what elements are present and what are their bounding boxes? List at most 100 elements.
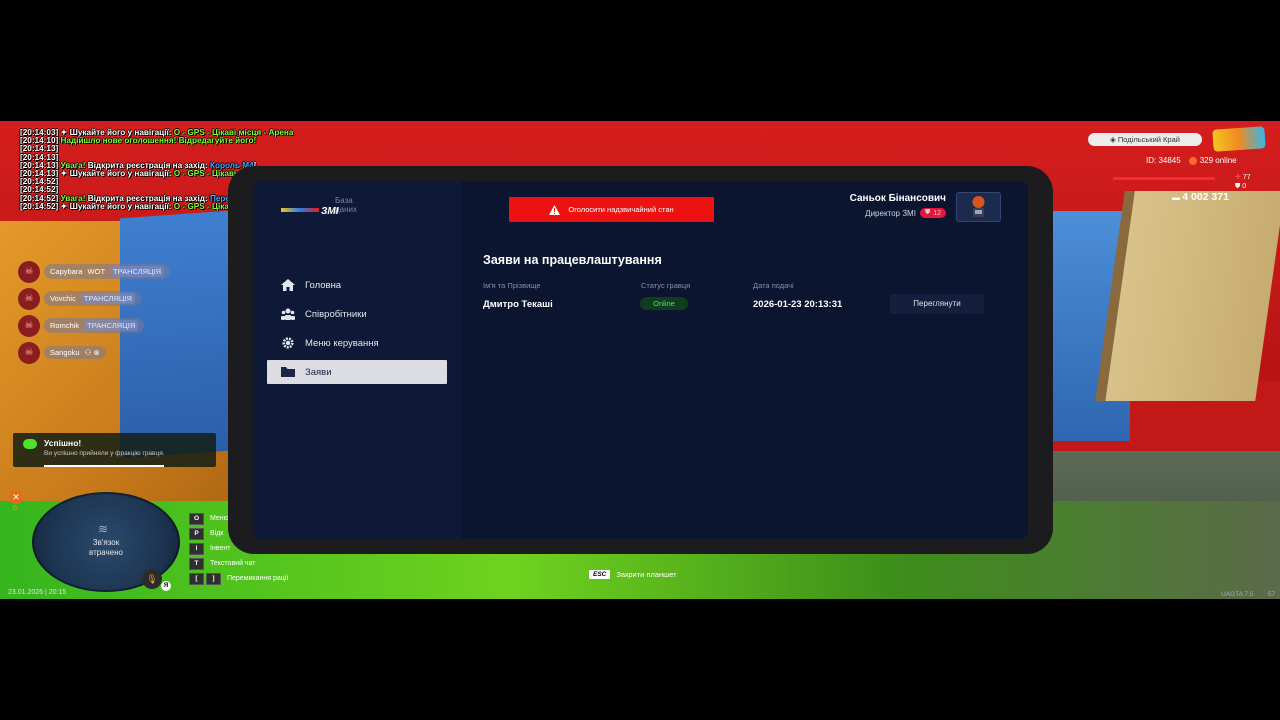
user-name: Саньок Бінансович (849, 193, 946, 204)
no-signal-icon: ≋ (98, 522, 109, 536)
key-cap: I (189, 542, 204, 555)
stream-tag: ТРАНСЛЯЦІЯ (80, 293, 135, 304)
game-logo (1212, 126, 1266, 152)
key-cap: [ (189, 572, 204, 585)
section-title: Заяви на працевлаштування (483, 253, 662, 267)
esc-key: ESC (589, 570, 611, 579)
money-value: ▬ 4 002 371 (1172, 191, 1229, 203)
key-cap: T (189, 557, 204, 570)
stream-item[interactable]: ☠ Romchik ТРАНСЛЯЦІЯ (18, 312, 170, 339)
tools-icon[interactable]: ✕ (9, 490, 23, 504)
brand-subtitle: База даних (335, 196, 358, 214)
col-status-header: Статус гравця (641, 281, 691, 290)
zmi-logo: База даних ЗМІ (273, 195, 373, 225)
tablet-content (461, 181, 1028, 539)
gear-icon (281, 337, 295, 349)
player-info: ID: 34845 329 online (1146, 156, 1237, 165)
tools-count: 0 (13, 505, 17, 512)
chat-line: [20:14:10] Надійшло нове оголошення! Від… (20, 136, 257, 146)
keybind-label: Інвент (210, 545, 231, 552)
key-cap: P (189, 527, 204, 540)
brand-name: ЗМІ (321, 206, 339, 217)
nav-item-1[interactable]: Головна (267, 273, 447, 297)
stream-icons-icon: ⚇ ⊛ (84, 348, 100, 357)
keybind-row: T Текстовий чат (189, 556, 288, 571)
application-date: 2026-01-23 20:13:31 (753, 299, 843, 310)
online-count: 329 online (1188, 156, 1237, 165)
applicant-name: Дмитро Текаші (483, 299, 553, 310)
streamer-name: Sangoku (50, 348, 80, 357)
status-badge: Online (640, 297, 688, 310)
key-cap: O (189, 512, 204, 525)
nav-label: Заяви (305, 366, 332, 378)
chat-line: [20:14:13] (20, 144, 59, 154)
player-id: ID: 34845 (1146, 156, 1181, 165)
tablet-screen: База даних ЗМІ Головна Співробітники Меню … (253, 181, 1028, 539)
folder-icon (281, 366, 295, 378)
microphone-icon[interactable]: 🎙 (142, 569, 162, 589)
nav-label: Головна (305, 279, 342, 291)
keybind-label: Перемикання рації (227, 575, 289, 582)
wooden-door (1095, 191, 1280, 401)
stream-pill: Romchik ТРАНСЛЯЦІЯ (44, 318, 145, 333)
nav-item-4[interactable]: Заяви (267, 360, 447, 384)
stream-game: WOT (87, 267, 106, 276)
date-time: 23.01.2026 | 20:15 (8, 589, 67, 596)
health-value: ✚ 77 (1235, 174, 1251, 181)
stream-list: ☠ Capybara WOT ТРАНСЛЯЦІЯ ☠ Vovchic ТРАНСЛЯЦІЯ… (18, 258, 171, 366)
streamer-avatar-icon: ☠ (18, 341, 40, 364)
users-icon (281, 308, 295, 320)
success-notification: Успішно! Ви успішно прийняли у фракцію г… (13, 433, 216, 467)
stream-pill: Vovchic ТРАНСЛЯЦІЯ (44, 291, 141, 306)
view-application-button[interactable]: Переглянути (890, 294, 984, 314)
col-name-header: Ім'я та Прізвище (483, 281, 541, 290)
health-bar (1113, 177, 1215, 180)
armor-value: ⛊ 0 (1235, 183, 1247, 190)
streamer-name: Vovchic (50, 294, 76, 303)
notification-text: Ви успішно прийняли у фракцію гравця. (44, 450, 165, 457)
user-role: Директор ЗМІ (865, 208, 916, 218)
home-icon (281, 279, 295, 291)
stream-pill: Sangoku ⚇ ⊛ (44, 346, 106, 359)
avatar (956, 192, 1001, 222)
minimap-status: Зв'язок втрачено (89, 538, 123, 557)
mic-key: Я (161, 581, 171, 591)
nav-label: Співробітники (305, 308, 367, 320)
tablet-sidebar: База даних ЗМІ Головна Співробітники Меню … (253, 181, 461, 539)
keybind-label: Меню (210, 515, 229, 522)
server-icon: ◈ (1110, 135, 1118, 144)
esc-label: Закрити планшет (616, 570, 677, 579)
warning-icon (549, 204, 561, 215)
keybind-row: [] Перемикання рації (189, 571, 288, 586)
stream-item[interactable]: ☠ Sangoku ⚇ ⊛ (18, 339, 170, 366)
streamer-name: Romchik (50, 321, 80, 330)
emergency-button-label: Оголосити надзвичайний стан (568, 205, 674, 214)
rank-badge: ⛊ 12 (919, 208, 946, 218)
game-version: UAGTA 7.5 57 (1221, 591, 1276, 598)
col-date-header: Дата подачі (753, 281, 794, 290)
streamer-avatar-icon: ☠ (18, 314, 40, 337)
user-role-row: Директор ЗМІ ⛊ 12 (865, 208, 946, 218)
nav-label: Меню керування (305, 337, 379, 349)
emergency-button[interactable]: Оголосити надзвичайний стан (509, 197, 714, 222)
money-icon: ▬ (1172, 193, 1183, 202)
nav-item-3[interactable]: Меню керування (267, 331, 447, 355)
stream-item[interactable]: ☠ Vovchic ТРАНСЛЯЦІЯ (18, 285, 170, 312)
keybind-label: Текстовий чат (210, 560, 256, 567)
notification-title: Успішно! (44, 438, 82, 448)
key-cap: ] (206, 572, 221, 585)
keybind-label: Відк (210, 530, 224, 537)
stream-tag: ТРАНСЛЯЦІЯ (110, 266, 165, 277)
tablet-nav: Головна Співробітники Меню керування Заяви (267, 273, 447, 389)
notification-progress (44, 465, 164, 467)
stream-pill: Capybara WOT ТРАНСЛЯЦІЯ (44, 264, 171, 279)
shield-icon: ⛊ (924, 209, 931, 216)
success-indicator-icon (23, 439, 37, 449)
nav-item-2[interactable]: Співробітники (267, 302, 447, 326)
stream-item[interactable]: ☠ Capybara WOT ТРАНСЛЯЦІЯ (18, 258, 171, 285)
streamer-avatar-icon: ☠ (18, 260, 40, 283)
stream-tag: ТРАНСЛЯЦІЯ (84, 320, 139, 331)
online-icon (1188, 156, 1197, 165)
server-badge: ◈ Подільський Край (1088, 133, 1202, 146)
close-tablet-hint: ESC Закрити планшет (589, 570, 677, 579)
